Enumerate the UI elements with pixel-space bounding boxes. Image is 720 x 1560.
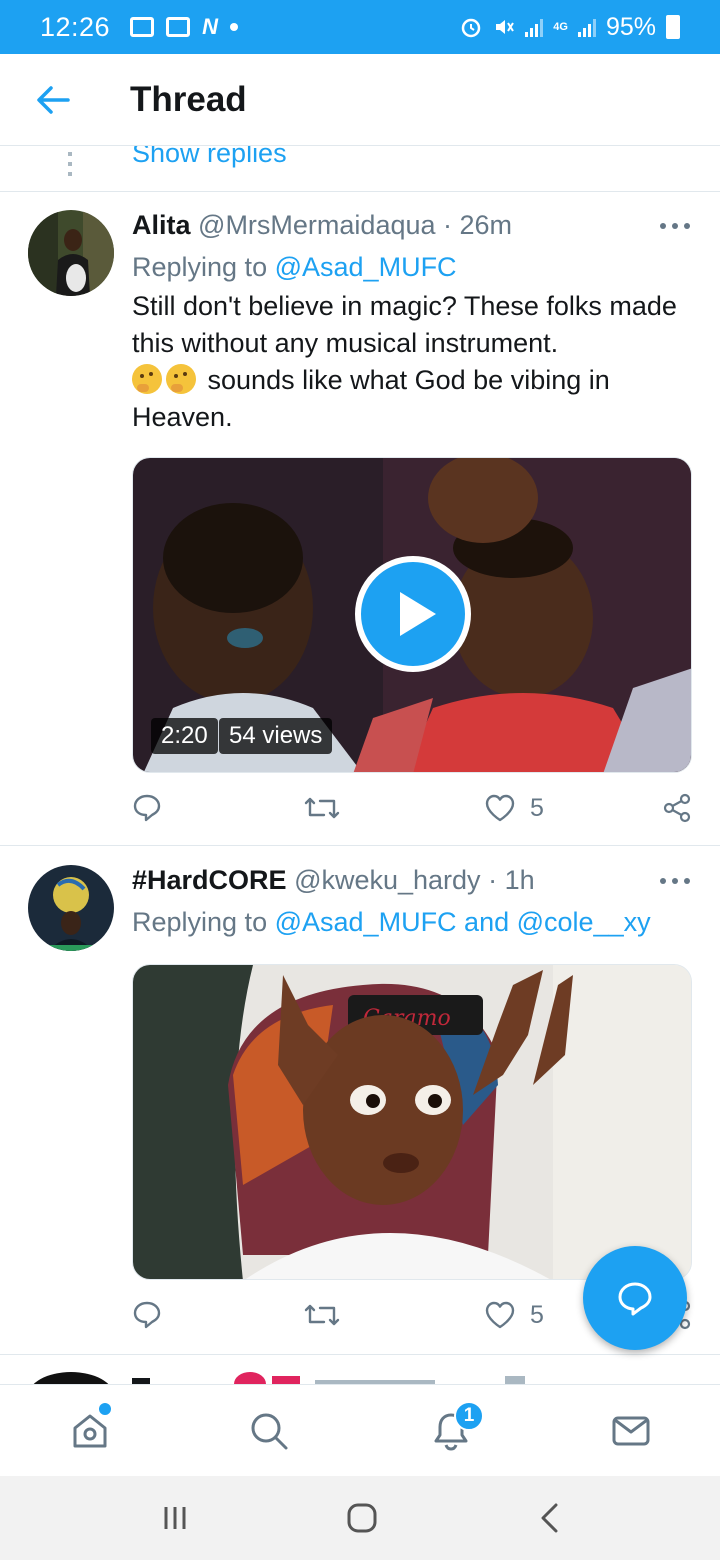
next-tweet-partial[interactable]	[0, 1356, 720, 1384]
play-button[interactable]	[355, 556, 471, 672]
compose-reply-button[interactable]	[583, 1246, 687, 1350]
tweet-header: #HardCORE @kweku_hardy · 1h	[132, 865, 535, 896]
mention-link[interactable]: @Asad_MUFC and @cole__xy	[275, 907, 651, 937]
image-content: Caramo	[133, 965, 691, 1279]
mute-icon	[496, 20, 515, 34]
thinking-face-emoji-icon	[166, 364, 196, 394]
like-button[interactable]: 5	[484, 788, 544, 828]
video-player[interactable]: 2:20 54 views	[132, 457, 692, 773]
handle[interactable]: @MrsMermaidaqua	[198, 210, 435, 240]
app-notification-icon	[130, 17, 155, 37]
timestamp: · 26m	[443, 210, 513, 240]
battery-icon	[666, 15, 680, 39]
back-arrow-icon	[37, 85, 70, 114]
back-system-button[interactable]	[505, 1476, 595, 1560]
thinking-face-emoji-icon	[132, 364, 162, 394]
more-icon[interactable]	[660, 871, 690, 891]
notifications-badge: 1	[454, 1401, 484, 1431]
replying-prefix: Replying to	[132, 252, 268, 282]
search-icon	[251, 1413, 288, 1450]
system-navigation-bar	[0, 1476, 720, 1560]
more-icon[interactable]	[660, 216, 690, 236]
more-notifications-dot-icon	[229, 23, 238, 31]
tweet-text-line1: Still don't believe in magic? These folk…	[132, 291, 677, 358]
like-count: 5	[530, 1300, 544, 1329]
page-title: Thread	[130, 79, 247, 119]
reply-button[interactable]	[132, 1295, 162, 1335]
signal-2-icon	[577, 17, 596, 37]
tweet-text: Still don't believe in magic? These folk…	[132, 288, 692, 436]
home-system-icon	[347, 1503, 377, 1533]
video-duration: 2:20	[151, 718, 218, 754]
replying-prefix: Replying to	[132, 907, 268, 937]
display-name[interactable]: Alita	[132, 210, 191, 240]
replying-to: Replying to @Asad_MUFC	[132, 252, 457, 283]
mention-link[interactable]: @Asad_MUFC	[275, 252, 457, 282]
network-type-icon: 4G	[553, 20, 568, 33]
nav-messages[interactable]	[586, 1385, 676, 1477]
status-notification-icons: N	[130, 14, 238, 40]
retweet-button[interactable]	[304, 788, 340, 828]
nav-search[interactable]	[224, 1385, 314, 1477]
timestamp: · 1h	[488, 865, 535, 895]
handle[interactable]: @kweku_hardy	[294, 865, 481, 895]
reply-icon	[133, 1301, 161, 1329]
recent-apps-icon	[164, 1507, 186, 1529]
bottom-navigation: 1	[0, 1384, 720, 1476]
tweet-image[interactable]: Caramo	[132, 964, 692, 1280]
retweet-icon	[304, 1304, 340, 1326]
tweet[interactable]: Alita @MrsMermaidaqua · 26m Replying to …	[0, 192, 720, 846]
retweet-icon	[304, 797, 340, 819]
avatar[interactable]	[28, 865, 114, 951]
reply-button[interactable]	[132, 788, 162, 828]
like-count: 5	[530, 793, 544, 822]
back-button[interactable]	[26, 73, 80, 127]
home-new-dot	[99, 1403, 111, 1415]
compose-icon	[618, 1282, 652, 1316]
home-system-button[interactable]	[317, 1476, 407, 1560]
gallery-notification-icon	[166, 17, 191, 37]
thread-connector-dots	[68, 152, 72, 182]
back-system-icon	[541, 1503, 558, 1533]
like-icon	[485, 1301, 515, 1329]
status-time: 12:26	[40, 11, 111, 42]
retweet-button[interactable]	[304, 1295, 340, 1335]
nav-notifications[interactable]: 1	[406, 1385, 496, 1477]
signal-1-icon	[525, 17, 544, 37]
share-icon	[663, 793, 691, 823]
video-views: 54 views	[219, 718, 333, 754]
home-icon	[73, 1414, 107, 1448]
tweet-header: Alita @MrsMermaidaqua · 26m	[132, 210, 512, 241]
thread-header: Thread	[0, 54, 720, 146]
replying-to: Replying to @Asad_MUFC and @cole__xy	[132, 907, 651, 938]
battery-percent: 95%	[605, 12, 656, 41]
reply-icon	[133, 794, 161, 822]
display-name[interactable]: #HardCORE	[132, 865, 287, 895]
messages-icon	[612, 1416, 650, 1446]
like-button[interactable]: 5	[484, 1295, 544, 1335]
tweet-text-line2: sounds like what God be vibing in Heaven…	[132, 365, 610, 432]
tweet-actions: 5	[132, 788, 692, 828]
play-icon	[400, 592, 436, 636]
alarm-icon	[462, 18, 481, 38]
like-icon	[485, 794, 515, 822]
share-button[interactable]	[662, 788, 692, 828]
next-tweet-preview	[33, 1372, 525, 1384]
status-bar: 12:26 N 4G 95%	[0, 0, 720, 54]
avatar[interactable]	[28, 210, 114, 296]
nav-home[interactable]	[45, 1385, 135, 1477]
recent-apps-button[interactable]	[130, 1476, 220, 1560]
n-notification-icon: N	[202, 14, 218, 39]
status-system-icons: 4G 95%	[459, 0, 680, 54]
